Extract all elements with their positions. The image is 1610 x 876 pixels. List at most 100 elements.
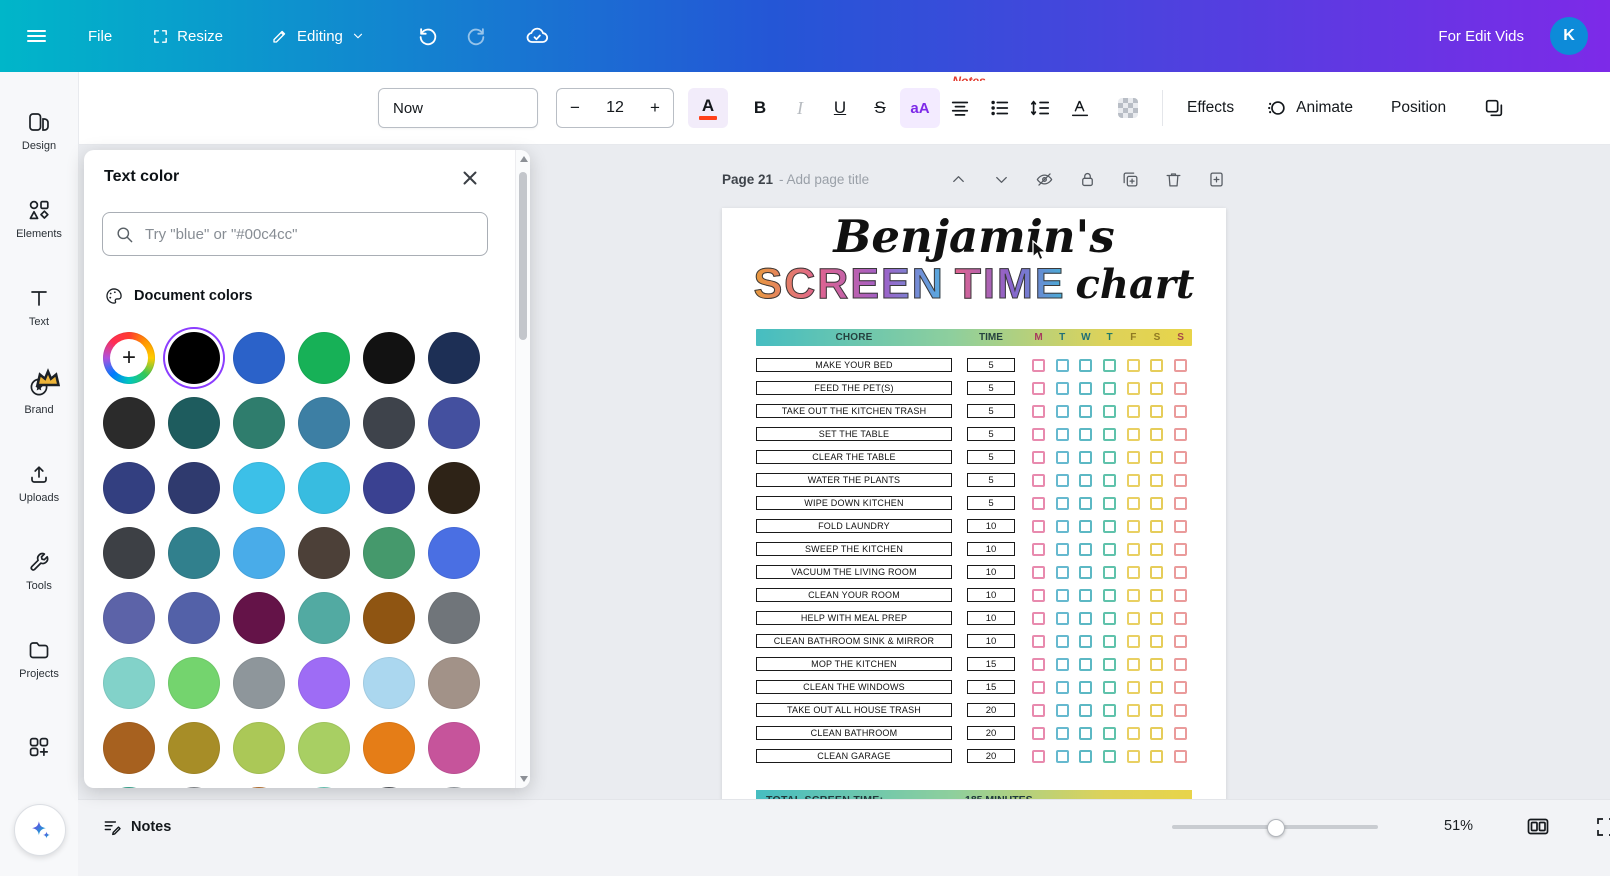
resize-button[interactable]: Resize [152,28,223,45]
day-checkbox[interactable] [1079,635,1092,648]
day-checkbox[interactable] [1056,612,1069,625]
day-checkbox[interactable] [1079,589,1092,602]
day-checkbox[interactable] [1056,405,1069,418]
day-checkbox[interactable] [1056,704,1069,717]
day-checkbox[interactable] [1079,474,1092,487]
text-align-button[interactable] [940,88,980,128]
color-swatch[interactable] [428,657,480,709]
animate-button[interactable]: Animate [1254,88,1365,128]
day-checkbox[interactable] [1079,497,1092,510]
day-checkbox[interactable] [1150,635,1163,648]
magic-assistant-button[interactable] [14,804,66,856]
day-checkbox[interactable] [1056,451,1069,464]
day-checkbox[interactable] [1103,635,1116,648]
color-swatch[interactable] [168,527,220,579]
color-swatch[interactable] [103,657,155,709]
day-checkbox[interactable] [1127,359,1140,372]
day-checkbox[interactable] [1032,635,1045,648]
day-checkbox[interactable] [1127,474,1140,487]
day-checkbox[interactable] [1150,589,1163,602]
day-checkbox[interactable] [1079,566,1092,579]
day-checkbox[interactable] [1127,635,1140,648]
day-checkbox[interactable] [1150,750,1163,763]
design-page[interactable]: Benjamin's SCREEN TIME chart CHORE TIME … [722,208,1226,800]
day-checkbox[interactable] [1079,405,1092,418]
day-checkbox[interactable] [1032,566,1045,579]
day-checkbox[interactable] [1032,543,1045,556]
color-swatch[interactable] [298,592,350,644]
hide-page-button[interactable] [1035,170,1054,189]
day-checkbox[interactable] [1150,382,1163,395]
day-checkbox[interactable] [1056,359,1069,372]
day-checkbox[interactable] [1056,589,1069,602]
day-checkbox[interactable] [1174,474,1187,487]
day-checkbox[interactable] [1150,566,1163,579]
font-size-decrease-button[interactable]: − [570,98,580,118]
color-swatch[interactable] [363,722,415,774]
day-checkbox[interactable] [1103,566,1116,579]
day-checkbox[interactable] [1032,428,1045,441]
day-checkbox[interactable] [1103,750,1116,763]
day-checkbox[interactable] [1103,497,1116,510]
day-checkbox[interactable] [1150,405,1163,418]
color-swatch[interactable] [298,527,350,579]
notes-button[interactable]: Notes [102,814,171,840]
day-checkbox[interactable] [1032,451,1045,464]
day-checkbox[interactable] [1032,612,1045,625]
color-swatch[interactable] [363,332,415,384]
day-checkbox[interactable] [1056,497,1069,510]
day-checkbox[interactable] [1032,405,1045,418]
day-checkbox[interactable] [1150,704,1163,717]
day-checkbox[interactable] [1103,681,1116,694]
day-checkbox[interactable] [1103,612,1116,625]
day-checkbox[interactable] [1056,474,1069,487]
day-checkbox[interactable] [1174,405,1187,418]
save-status-button[interactable] [525,24,549,48]
day-checkbox[interactable] [1174,543,1187,556]
bold-button[interactable]: B [740,88,780,128]
sidebar-item-design[interactable]: Design [4,94,74,168]
color-swatch[interactable] [103,787,155,788]
scrollbar-thumb[interactable] [519,172,527,340]
fullscreen-button[interactable] [1594,815,1610,839]
sidebar-item-brand[interactable]: Brand [4,358,74,432]
close-panel-button[interactable] [458,166,482,190]
color-swatch[interactable] [168,657,220,709]
color-swatch[interactable] [298,657,350,709]
day-checkbox[interactable] [1103,658,1116,671]
sidebar-item-elements[interactable]: Elements [4,182,74,256]
duplicate-page-button[interactable] [1121,170,1140,189]
day-checkbox[interactable] [1032,359,1045,372]
day-checkbox[interactable] [1174,681,1187,694]
day-checkbox[interactable] [1127,543,1140,556]
font-size-increase-button[interactable]: + [650,98,660,118]
zoom-slider-handle[interactable] [1267,819,1285,837]
transparency-button[interactable] [1108,88,1148,128]
color-swatch[interactable] [363,592,415,644]
day-checkbox[interactable] [1127,451,1140,464]
color-search-input[interactable] [143,225,475,244]
day-checkbox[interactable] [1079,543,1092,556]
text-color-button[interactable]: A [688,88,728,128]
move-page-down-button[interactable] [992,170,1011,189]
grid-view-button[interactable] [1526,815,1550,839]
layers-button[interactable] [1474,88,1514,128]
day-checkbox[interactable] [1056,428,1069,441]
day-checkbox[interactable] [1032,589,1045,602]
sidebar-item-text[interactable]: Text [4,270,74,344]
day-checkbox[interactable] [1103,474,1116,487]
day-checkbox[interactable] [1103,359,1116,372]
day-checkbox[interactable] [1032,704,1045,717]
day-checkbox[interactable] [1127,589,1140,602]
day-checkbox[interactable] [1174,658,1187,671]
sidebar-item-uploads[interactable]: Uploads [4,446,74,520]
day-checkbox[interactable] [1174,497,1187,510]
day-checkbox[interactable] [1079,727,1092,740]
day-checkbox[interactable] [1150,451,1163,464]
day-checkbox[interactable] [1079,658,1092,671]
day-checkbox[interactable] [1056,520,1069,533]
day-checkbox[interactable] [1174,704,1187,717]
day-checkbox[interactable] [1127,405,1140,418]
day-checkbox[interactable] [1103,704,1116,717]
day-checkbox[interactable] [1032,681,1045,694]
